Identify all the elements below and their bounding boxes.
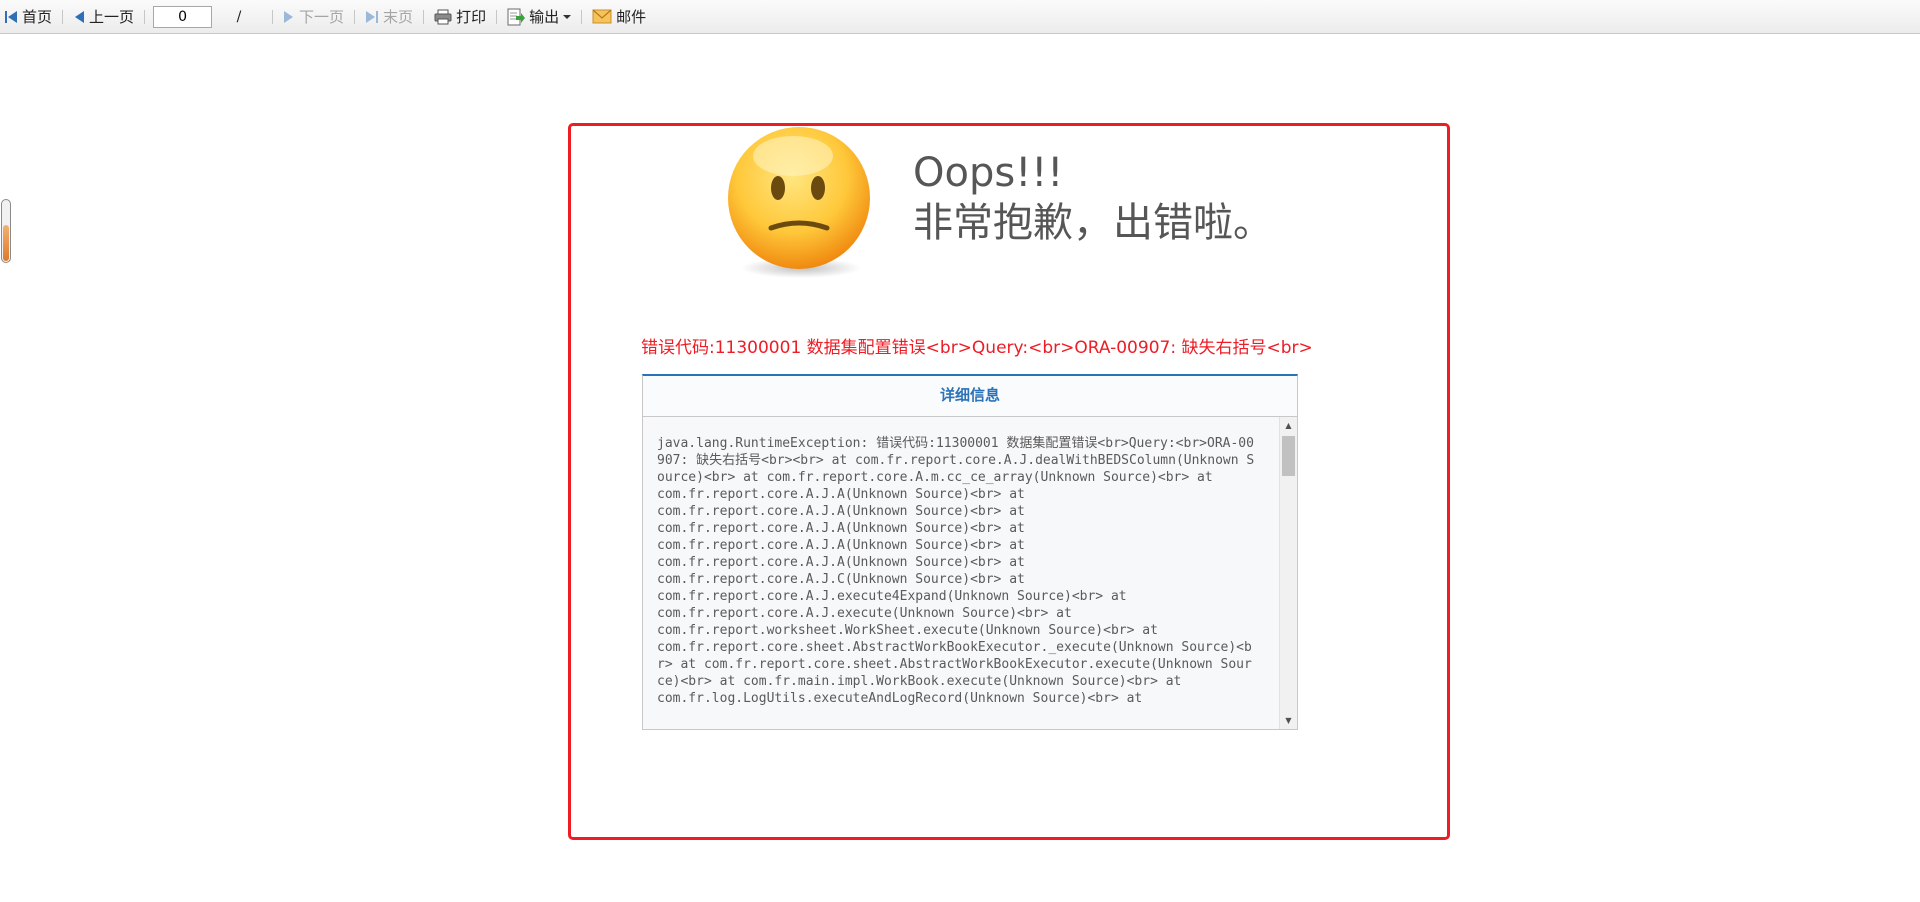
stack-trace-area[interactable]: java.lang.RuntimeException: 错误代码:1130000… xyxy=(643,417,1297,729)
scrollbar-thumb[interactable] xyxy=(1282,436,1295,476)
trace-scrollbar[interactable]: ▲ ▼ xyxy=(1279,417,1297,729)
sad-face-icon xyxy=(728,127,870,278)
scroll-down-arrow-icon[interactable]: ▼ xyxy=(1280,712,1297,729)
first-page-label: 首页 xyxy=(22,8,53,26)
scroll-up-arrow-icon[interactable]: ▲ xyxy=(1280,417,1297,434)
toolbar-divider xyxy=(354,9,356,24)
mail-icon xyxy=(592,9,612,24)
last-page-icon xyxy=(366,10,379,23)
export-icon xyxy=(507,8,526,25)
export-button[interactable]: 输出 xyxy=(503,4,575,30)
error-message: 错误代码:11300001 数据集配置错误<br>Query:<br>ORA-0… xyxy=(641,338,1313,358)
next-page-button[interactable]: 下一页 xyxy=(279,4,348,30)
toolbar-divider xyxy=(581,9,583,24)
prev-page-icon xyxy=(75,10,85,23)
detail-header[interactable]: 详细信息 xyxy=(643,376,1297,417)
first-page-button[interactable]: 首页 xyxy=(0,4,56,30)
chevron-down-icon xyxy=(563,14,572,19)
toolbar-divider xyxy=(496,9,498,24)
error-panel: Oops!!! 非常抱歉，出错啦。 错误代码:11300001 数据集配置错误<… xyxy=(568,123,1450,840)
page-number-input[interactable] xyxy=(153,5,213,28)
page-separator: / xyxy=(236,8,242,25)
detail-panel: 详细信息 java.lang.RuntimeException: 错误代码:11… xyxy=(642,374,1298,730)
toolbar-divider xyxy=(423,9,425,24)
export-label: 输出 xyxy=(529,8,560,26)
next-page-label: 下一页 xyxy=(299,8,345,26)
toolbar-divider xyxy=(62,9,64,24)
report-toolbar: 首页 上一页 / 下一页 末页 打印 xyxy=(0,0,1920,34)
stack-trace-text: java.lang.RuntimeException: 错误代码:1130000… xyxy=(657,436,1255,706)
first-page-icon xyxy=(5,10,17,23)
prev-page-button[interactable]: 上一页 xyxy=(69,4,138,30)
next-page-icon xyxy=(284,10,294,23)
toolbar-divider xyxy=(272,9,274,24)
print-label: 打印 xyxy=(456,8,487,26)
error-subtitle: 非常抱歉，出错啦。 xyxy=(913,200,1273,246)
mail-label: 邮件 xyxy=(616,8,647,26)
side-panel-handle-fill xyxy=(3,225,9,261)
toolbar-divider xyxy=(144,9,146,24)
side-panel-handle[interactable] xyxy=(1,199,11,263)
last-page-label: 末页 xyxy=(383,8,414,26)
prev-page-label: 上一页 xyxy=(89,8,135,26)
last-page-button[interactable]: 末页 xyxy=(361,4,417,30)
mail-button[interactable]: 邮件 xyxy=(588,4,650,30)
print-button[interactable]: 打印 xyxy=(430,4,490,30)
error-title: Oops!!! xyxy=(913,150,1064,196)
printer-icon xyxy=(434,9,452,24)
